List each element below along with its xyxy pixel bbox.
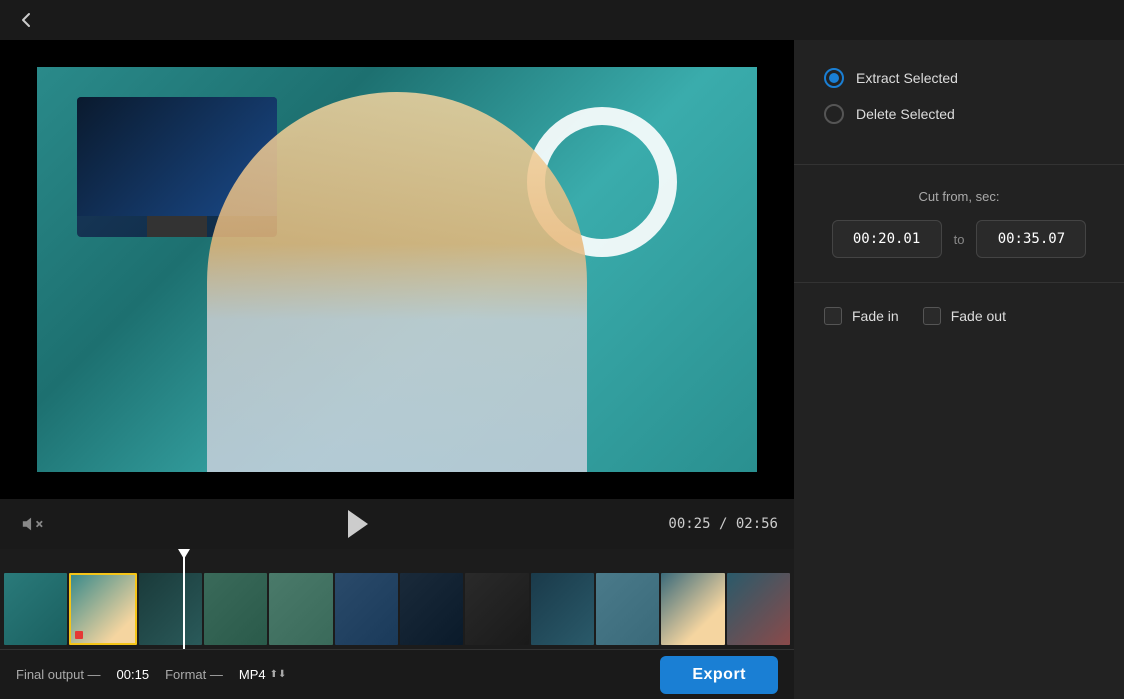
delete-selected-option[interactable]: Delete Selected [824, 104, 1094, 124]
cut-from-label: Cut from, sec: [824, 189, 1094, 204]
playhead [183, 549, 185, 649]
left-panel: 00:25 / 02:56 [0, 40, 794, 699]
mute-button[interactable] [16, 508, 48, 540]
start-time-input[interactable] [832, 220, 942, 258]
timeline-inner [0, 569, 794, 649]
back-button[interactable] [12, 6, 40, 34]
video-preview [0, 40, 794, 499]
timeline-thumbnail[interactable] [400, 573, 463, 645]
fade-section: Fade in Fade out [794, 283, 1124, 349]
timeline-thumbnail[interactable] [596, 573, 659, 645]
video-controls: 00:25 / 02:56 [0, 499, 794, 549]
delete-selected-label: Delete Selected [856, 106, 955, 122]
play-button[interactable] [60, 510, 656, 538]
top-bar [0, 0, 1124, 40]
cut-inputs: to [824, 220, 1094, 258]
export-button[interactable]: Export [660, 656, 778, 694]
extract-selected-radio[interactable] [824, 68, 844, 88]
end-time-input[interactable] [976, 220, 1086, 258]
monitor-stand [147, 216, 207, 237]
extract-selected-option[interactable]: Extract Selected [824, 68, 1094, 88]
timeline-thumbnail[interactable] [531, 573, 594, 645]
format-value: MP4 [239, 667, 266, 682]
bottom-bar: Final output — 00:15 Format — MP4 ⬆⬇ Exp… [0, 649, 794, 699]
delete-selected-radio[interactable] [824, 104, 844, 124]
timeline-thumbnail[interactable] [269, 573, 332, 645]
timeline-thumbnail[interactable] [204, 573, 267, 645]
time-display: 00:25 / 02:56 [668, 516, 778, 532]
extract-selected-label: Extract Selected [856, 70, 958, 86]
fade-out-label: Fade out [951, 308, 1006, 324]
selected-marker [75, 631, 83, 639]
fade-out-option[interactable]: Fade out [923, 307, 1006, 325]
video-frame [37, 67, 757, 472]
timeline-thumbnail[interactable] [727, 573, 790, 645]
cut-section: Cut from, sec: to [794, 165, 1124, 283]
timeline-thumbnail[interactable] [661, 573, 724, 645]
fade-in-checkbox[interactable] [824, 307, 842, 325]
format-selector[interactable]: MP4 ⬆⬇ [239, 667, 287, 682]
fade-in-option[interactable]: Fade in [824, 307, 899, 325]
timeline-thumbnail[interactable] [139, 573, 202, 645]
timeline-thumbnail[interactable] [4, 573, 67, 645]
final-output-label: Final output — [16, 667, 101, 682]
play-icon [348, 510, 368, 538]
final-output-value: 00:15 [117, 667, 150, 682]
options-section: Extract Selected Delete Selected [794, 40, 1124, 165]
timeline-thumbnail-selected[interactable] [69, 573, 136, 645]
fade-out-checkbox[interactable] [923, 307, 941, 325]
timeline-thumbnail[interactable] [335, 573, 398, 645]
to-label: to [954, 232, 965, 247]
main-content: 00:25 / 02:56 [0, 40, 1124, 699]
right-panel: Extract Selected Delete Selected Cut fro… [794, 40, 1124, 699]
fade-in-label: Fade in [852, 308, 899, 324]
timeline[interactable] [0, 549, 794, 649]
format-arrow-icon: ⬆⬇ [270, 669, 287, 680]
format-label: Format — [165, 667, 223, 682]
timeline-thumbnail[interactable] [465, 573, 528, 645]
person-overlay [207, 92, 587, 472]
